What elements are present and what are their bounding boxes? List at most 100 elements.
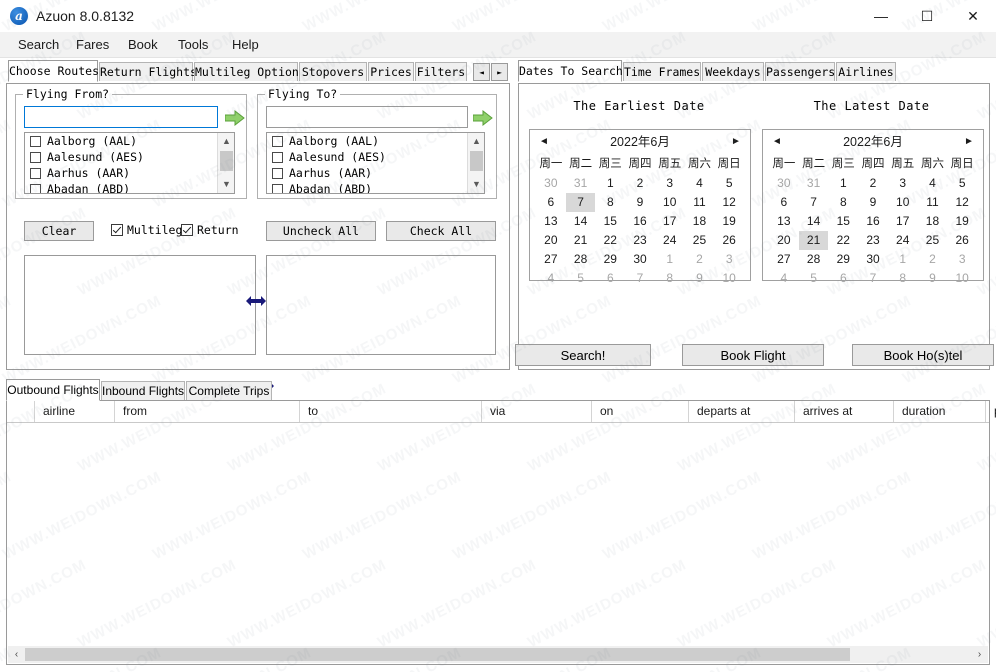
tab-airlines[interactable]: Airlines [836, 62, 896, 81]
calendar-day[interactable]: 25 [918, 231, 948, 250]
earliest-date-calendar[interactable]: ◄ 2022年6月 ► 周一 周二 周三 周四 周五 周六 周日 30 31 1 2 3… [529, 129, 751, 285]
list-item[interactable]: Aarhus (AAR) [267, 165, 467, 181]
calendar-day[interactable]: 24 [888, 231, 918, 250]
scroll-thumb[interactable] [220, 151, 233, 171]
calendar-day[interactable]: 20 [769, 231, 799, 250]
calendar-day[interactable]: 28 [799, 250, 829, 269]
calendar-day[interactable]: 26 [947, 231, 977, 250]
search-button[interactable]: Search! [515, 344, 651, 366]
tab-scroll-prev-button[interactable]: ◄ [473, 63, 490, 81]
calendar-day[interactable]: 28 [566, 250, 596, 269]
earliest-month-label[interactable]: 2022年6月 [530, 130, 750, 154]
calendar-day[interactable]: 3 [655, 174, 685, 193]
list-item[interactable]: Abadan (ABD) [25, 181, 217, 193]
list-item[interactable]: Aalesund (AES) [267, 149, 467, 165]
calendar-day[interactable]: 2 [685, 250, 715, 269]
calendar-day[interactable]: 1 [888, 250, 918, 269]
book-hostel-button[interactable]: Book Ho(s)tel [852, 344, 994, 366]
flying-to-listbox[interactable]: Aalborg (AAL) Aalesund (AES) Aarhus (AAR… [266, 132, 485, 194]
calendar-day[interactable]: 29 [595, 250, 625, 269]
calendar-day[interactable]: 27 [536, 250, 566, 269]
calendar-day[interactable]: 10 [714, 269, 744, 288]
calendar-day[interactable]: 18 [918, 212, 948, 231]
calendar-day[interactable]: 2 [918, 250, 948, 269]
menu-item-book[interactable]: Book [120, 32, 166, 57]
menu-item-tools[interactable]: Tools [170, 32, 216, 57]
calendar-day[interactable]: 21 [566, 231, 596, 250]
column-header-airline[interactable]: airline [35, 401, 115, 422]
calendar-day[interactable]: 8 [888, 269, 918, 288]
flying-from-go-arrow-icon[interactable] [225, 110, 245, 126]
tab-choose-routes[interactable]: Choose Routes [8, 60, 99, 82]
scroll-up-icon[interactable]: ▲ [218, 133, 234, 150]
multileg-checkbox[interactable]: Multileg [111, 223, 182, 237]
calendar-day[interactable]: 27 [769, 250, 799, 269]
calendar-day[interactable]: 8 [595, 193, 625, 212]
calendar-day[interactable]: 12 [714, 193, 744, 212]
latest-calendar-grid[interactable]: 30 31 1 2 3 4 5 6 7 8 9 10 11 12 13 14 15 16 17 18 19 20 21 22 2… [763, 174, 983, 288]
calendar-day[interactable]: 1 [655, 250, 685, 269]
calendar-day[interactable]: 29 [828, 250, 858, 269]
checkbox-icon[interactable] [30, 183, 41, 193]
calendar-day[interactable]: 7 [799, 193, 829, 212]
calendar-day[interactable]: 15 [595, 212, 625, 231]
tab-complete-trips[interactable]: Complete Trips [186, 381, 272, 400]
checkbox-icon[interactable] [30, 135, 41, 147]
calendar-day[interactable]: 7 [858, 269, 888, 288]
list-item[interactable]: Abadan (ABD) [267, 181, 467, 193]
calendar-day[interactable]: 4 [918, 174, 948, 193]
checkbox-icon[interactable] [30, 167, 41, 179]
calendar-day[interactable]: 2 [858, 174, 888, 193]
calendar-day[interactable]: 3 [947, 250, 977, 269]
calendar-day[interactable]: 6 [595, 269, 625, 288]
calendar-day[interactable]: 30 [858, 250, 888, 269]
calendar-day[interactable]: 2 [625, 174, 655, 193]
calendar-day[interactable]: 23 [858, 231, 888, 250]
column-header-to[interactable]: to [300, 401, 482, 422]
calendar-day[interactable]: 11 [918, 193, 948, 212]
calendar-day[interactable]: 17 [655, 212, 685, 231]
latest-month-label[interactable]: 2022年6月 [763, 130, 983, 154]
tab-return-flights[interactable]: Return Flights [99, 62, 197, 81]
column-header-via[interactable]: via [482, 401, 592, 422]
calendar-day[interactable]: 9 [858, 193, 888, 212]
tab-stopovers[interactable]: Stopovers [299, 62, 367, 81]
calendar-day[interactable]: 14 [799, 212, 829, 231]
calendar-day[interactable]: 5 [714, 174, 744, 193]
column-header-from[interactable]: from [115, 401, 300, 422]
maximize-button[interactable]: ☐ [904, 0, 950, 32]
calendar-day[interactable]: 30 [769, 174, 799, 193]
calendar-day[interactable]: 22 [828, 231, 858, 250]
calendar-day[interactable]: 6 [536, 193, 566, 212]
calendar-day[interactable]: 3 [888, 174, 918, 193]
calendar-day[interactable]: 25 [685, 231, 715, 250]
calendar-day[interactable]: 13 [769, 212, 799, 231]
calendar-day[interactable]: 9 [625, 193, 655, 212]
column-header-duration[interactable]: duration [894, 401, 986, 422]
calendar-day[interactable]: 31 [566, 174, 596, 193]
calendar-day[interactable]: 11 [685, 193, 715, 212]
calendar-day[interactable]: 7 [625, 269, 655, 288]
calendar-day[interactable]: 14 [566, 212, 596, 231]
flying-from-scrollbar[interactable]: ▲ ▼ [217, 133, 234, 193]
tab-multileg-options[interactable]: Multileg Options [194, 62, 306, 81]
calendar-day[interactable]: 30 [625, 250, 655, 269]
tab-inbound-flights[interactable]: Inbound Flights [101, 381, 185, 400]
calendar-day[interactable]: 22 [595, 231, 625, 250]
menu-item-help[interactable]: Help [224, 32, 267, 57]
tab-outbound-flights[interactable]: Outbound Flights [6, 379, 100, 401]
calendar-day[interactable]: 13 [536, 212, 566, 231]
selected-to-listbox[interactable] [266, 255, 496, 355]
calendar-day-selected[interactable]: 21 [798, 231, 829, 250]
calendar-day[interactable]: 16 [858, 212, 888, 231]
calendar-day[interactable]: 15 [828, 212, 858, 231]
check-all-button[interactable]: Check All [386, 221, 496, 241]
calendar-day[interactable]: 16 [625, 212, 655, 231]
calendar-day[interactable]: 8 [655, 269, 685, 288]
return-checkbox-box[interactable] [181, 224, 193, 236]
calendar-day[interactable]: 26 [714, 231, 744, 250]
calendar-day[interactable]: 10 [947, 269, 977, 288]
list-item[interactable]: Aalborg (AAL) [25, 133, 217, 149]
calendar-day[interactable]: 9 [685, 269, 715, 288]
tab-dates-to-search[interactable]: Dates To Search [518, 60, 623, 82]
